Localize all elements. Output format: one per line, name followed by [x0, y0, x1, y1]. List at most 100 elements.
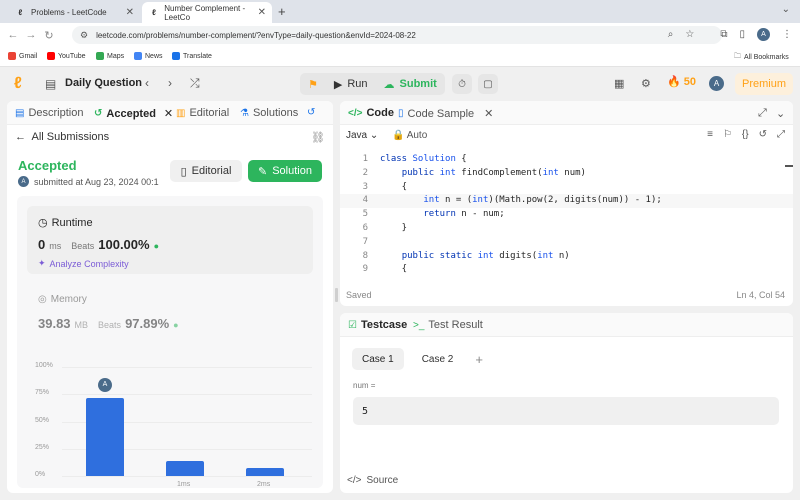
debug-icon[interactable]: ⚑: [300, 73, 326, 95]
reset-icon[interactable]: ↺: [759, 129, 767, 140]
tab-code-sample[interactable]: ▯ Code Sample ✕: [398, 107, 493, 121]
close-tab-icon[interactable]: ✕: [258, 7, 266, 18]
line-number: 3: [362, 181, 368, 192]
prev-problem-icon[interactable]: ‹: [145, 76, 149, 90]
notes-icon[interactable]: ▢: [478, 74, 498, 94]
auto-mode-toggle[interactable]: 🔒 Auto: [392, 130, 427, 141]
maps-icon: [96, 52, 104, 60]
settings-gear-icon[interactable]: ⚙: [641, 77, 651, 90]
add-case-icon[interactable]: +: [475, 352, 483, 367]
line-number: 8: [362, 250, 368, 261]
memory-values[interactable]: 39.83 MB Beats 97.89% ●: [38, 316, 179, 331]
browser-tab-problems[interactable]: ℓ Problems - LeetCode ✕: [8, 2, 140, 23]
collapse-chevron-icon[interactable]: ⌄: [776, 107, 785, 120]
code-text: class Solution {: [380, 154, 467, 164]
code-line[interactable]: 2 public int findComplement(int num): [340, 167, 793, 181]
submit-button[interactable]: ☁ Submit: [376, 73, 445, 95]
analyze-complexity-link[interactable]: ✦ Analyze Complexity: [38, 258, 129, 269]
tab-accepted[interactable]: ↺ Accepted ✕: [94, 107, 173, 121]
code-line[interactable]: 9 {: [340, 263, 793, 277]
all-bookmarks[interactable]: 🗀 All Bookmarks: [734, 52, 789, 63]
tab-editorial[interactable]: ▥ Editorial: [176, 107, 229, 119]
num-input[interactable]: 5: [353, 397, 779, 425]
code-line[interactable]: 1 class Solution {: [340, 153, 793, 167]
timer-icon[interactable]: ⏱: [452, 74, 472, 94]
tab-description[interactable]: ▤ Description: [15, 107, 83, 119]
solution-button[interactable]: ✎ Solution: [248, 160, 322, 182]
code-line[interactable]: 6 }: [340, 222, 793, 236]
close-tab-icon[interactable]: ✕: [164, 107, 173, 120]
tab-code[interactable]: </> Code: [348, 107, 394, 119]
close-tab-icon[interactable]: ✕: [126, 7, 134, 18]
all-submissions-link[interactable]: ← All Submissions: [15, 131, 109, 143]
tab-solutions[interactable]: ⚗ Solutions: [240, 107, 298, 119]
code-line[interactable]: 8 public static int digits(int n): [340, 250, 793, 264]
next-problem-icon[interactable]: ›: [168, 76, 172, 90]
back-icon[interactable]: ←: [4, 29, 22, 41]
memory-header[interactable]: ◎ Memory: [38, 294, 87, 305]
toolbar-actions: ⌕ ☆ ⧉ ▯ A ⋮: [668, 28, 792, 41]
case-2-tab[interactable]: Case 2: [412, 348, 464, 370]
tab-testcase[interactable]: ☑ Testcase: [348, 319, 407, 331]
bookmark-icon[interactable]: ⚐: [723, 129, 732, 140]
new-tab-icon[interactable]: +: [278, 4, 286, 19]
bookmark-news[interactable]: News: [134, 52, 163, 60]
code-editor[interactable]: 1 class Solution {2 public int findComple…: [340, 153, 793, 277]
runtime-card[interactable]: ◷ Runtime 0 ms Beats 100.00% ● ✦ Analyze C…: [27, 206, 313, 274]
scrollbar-marker[interactable]: [785, 165, 793, 167]
file-icon: ▯: [398, 108, 404, 119]
share-link-icon[interactable]: ⛓: [311, 131, 325, 144]
streak-counter[interactable]: 🔥 50: [667, 75, 696, 88]
avatar: A: [18, 176, 29, 187]
bookmark-star-icon[interactable]: ☆: [685, 29, 694, 40]
case-1-tab[interactable]: Case 1: [352, 348, 404, 370]
user-avatar[interactable]: A: [709, 76, 724, 91]
extensions-icon[interactable]: ⧉: [720, 29, 727, 40]
bookmark-gmail[interactable]: Gmail: [8, 52, 37, 60]
panel-resize-handle[interactable]: [335, 288, 338, 302]
problem-list-icon[interactable]: ▤: [45, 77, 56, 91]
book-open-icon: ▯: [180, 165, 187, 178]
leetcode-navbar: ℓ ▤ Daily Question ‹ › ⤮ ⚑ ▶ Run ☁ Submit …: [0, 67, 800, 101]
leetcode-logo-icon[interactable]: ℓ: [14, 75, 30, 93]
close-tab-icon[interactable]: ✕: [484, 107, 493, 120]
url-bar[interactable]: ⚙ leetcode.com/problems/number-complemen…: [72, 26, 722, 44]
code-line[interactable]: 3 {: [340, 181, 793, 195]
tab-test-result[interactable]: >_ Test Result: [413, 319, 483, 331]
code-text: public int findComplement(int num): [401, 167, 586, 178]
tab-search-chevron-icon[interactable]: ⌄: [782, 4, 790, 15]
daily-question-link[interactable]: Daily Question: [65, 77, 142, 89]
shuffle-icon[interactable]: ⤮: [190, 76, 200, 91]
fullscreen-icon[interactable]: ⤢: [777, 129, 785, 140]
menu-dots-icon[interactable]: ⋮: [782, 29, 792, 40]
code-line[interactable]: 7: [340, 236, 793, 250]
code-line[interactable]: 4 int n = (int)(Math.pow(2, digits(num))…: [340, 194, 793, 209]
language-select[interactable]: Java ⌄: [346, 130, 378, 141]
maximize-icon[interactable]: ⤢: [758, 107, 767, 120]
browser-tab-number-complement[interactable]: ℓ Number Complement - LeetCo ✕: [142, 2, 272, 23]
bookmark-maps[interactable]: Maps: [96, 52, 124, 60]
source-link[interactable]: </> Source: [347, 475, 398, 486]
testcase-panel: ☑ Testcase >_ Test Result Case 1 Case 2 + …: [340, 313, 793, 493]
forward-icon[interactable]: →: [22, 29, 40, 41]
profile-avatar[interactable]: A: [757, 28, 770, 41]
cursor-position: Ln 4, Col 54: [736, 290, 785, 300]
format-icon[interactable]: ≡: [707, 129, 713, 140]
sidepanel-icon[interactable]: ▯: [739, 29, 745, 40]
premium-button[interactable]: Premium: [735, 73, 793, 95]
code-editor-panel: </> Code ▯ Code Sample ✕ ⤢ ⌄ Java ⌄ 🔒 Auto …: [340, 101, 793, 306]
code-line[interactable]: 5 return n - num;: [340, 208, 793, 222]
braces-icon[interactable]: {}: [742, 129, 749, 140]
book-icon: ▥: [176, 107, 186, 119]
bookmark-youtube[interactable]: YouTube: [47, 52, 86, 60]
runtime-values: 0 ms Beats 100.00% ●: [38, 237, 159, 252]
run-button[interactable]: ▶ Run: [326, 73, 376, 95]
tab-submissions-overflow[interactable]: ↺: [307, 107, 315, 118]
edit-icon: ✎: [258, 165, 268, 178]
zoom-icon[interactable]: ⌕: [668, 29, 674, 40]
layout-grid-icon[interactable]: ▦: [614, 77, 624, 90]
reload-icon[interactable]: ↻: [40, 29, 58, 42]
editorial-button[interactable]: ▯ Editorial: [170, 160, 242, 182]
bookmark-translate[interactable]: Translate: [172, 52, 212, 60]
site-info-icon[interactable]: ⚙: [80, 30, 88, 41]
